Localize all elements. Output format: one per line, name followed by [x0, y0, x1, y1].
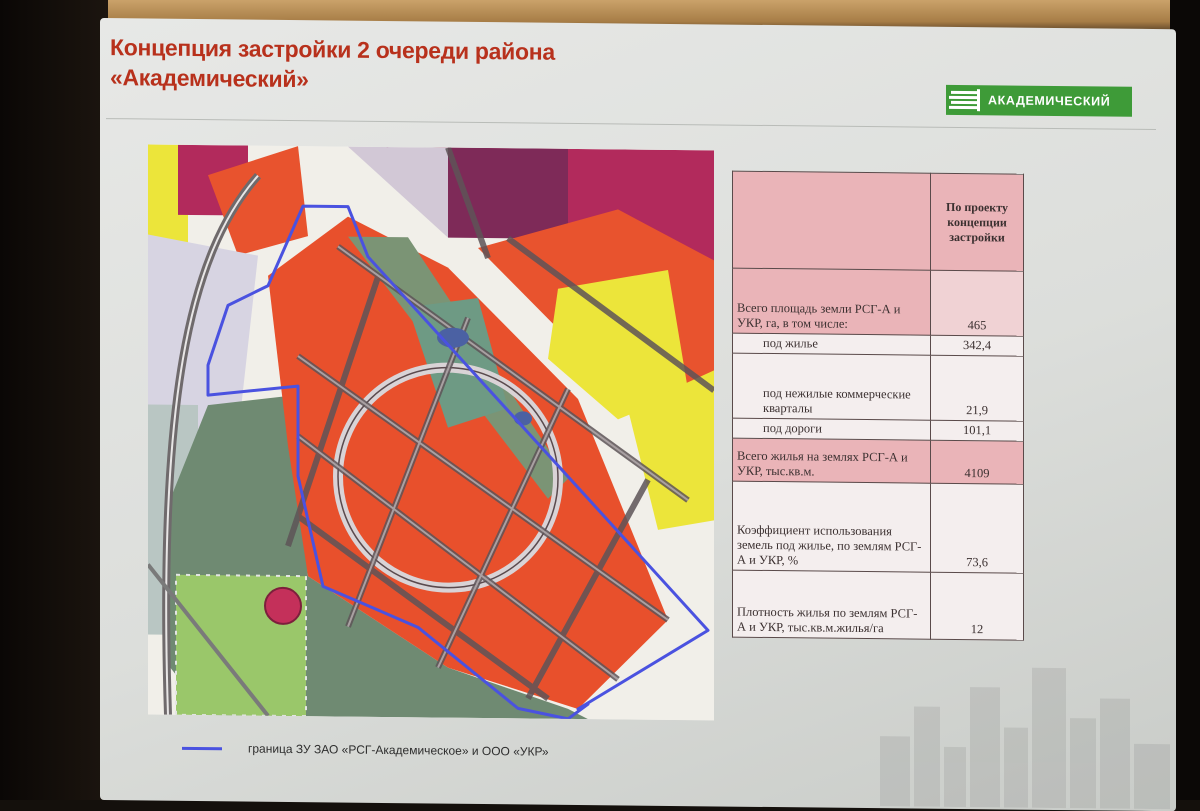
row-value: 73,6 — [930, 483, 1024, 574]
brand-logo: АКАДЕМИЧЕСКИЙ — [946, 84, 1132, 117]
row-label: Плотность жилья по землям РСГ-А и УКР, т… — [732, 570, 931, 640]
legend-label: граница ЗУ ЗАО «РСГ-Академическое» и ООО… — [248, 741, 549, 759]
wall-background-left — [0, 0, 108, 800]
statistics-table: По проекту концепции застройки Всего пло… — [732, 171, 1024, 641]
map-drawing — [148, 144, 714, 721]
row-label: Всего жилья на землях РСГ-А и УКР, тыс.к… — [732, 438, 931, 484]
row-label: под жилье — [732, 333, 931, 356]
table-row: Коэффициент использования земель под жил… — [732, 481, 1024, 574]
row-value: 101,1 — [930, 420, 1024, 442]
title-divider — [106, 118, 1156, 131]
building-logo-icon — [949, 89, 980, 112]
logo-text: АКАДЕМИЧЕСКИЙ — [988, 93, 1111, 109]
row-value: 342,4 — [930, 335, 1024, 357]
table-header-row: По проекту концепции застройки — [732, 171, 1024, 272]
table-header-cell: По проекту концепции застройки — [930, 173, 1024, 272]
row-value: 465 — [930, 270, 1024, 337]
map-legend: граница ЗУ ЗАО «РСГ-Академическое» и ООО… — [182, 741, 549, 759]
title-line-2: «Академический» — [110, 64, 309, 93]
table-row: Всего жилья на землях РСГ-А и УКР, тыс.к… — [732, 438, 1024, 485]
table-row: Всего площадь земли РСГ-А и УКР, га, в т… — [732, 268, 1024, 337]
table-row: Плотность жилья по землям РСГ-А и УКР, т… — [732, 570, 1024, 641]
boundary-legend-swatch — [182, 746, 222, 750]
table-corner-cell — [732, 171, 931, 271]
presentation-slide: Концепция застройки 2 очереди района «Ак… — [100, 18, 1176, 811]
row-value: 4109 — [930, 440, 1024, 485]
row-label: под дороги — [732, 418, 931, 441]
slide-title: Концепция застройки 2 очереди района «Ак… — [110, 32, 670, 98]
row-label: Всего площадь земли РСГ-А и УКР, га, в т… — [732, 268, 931, 336]
row-value: 12 — [930, 572, 1024, 641]
table-row: под нежилые коммерческие кварталы 21,9 — [732, 353, 1024, 422]
row-label: Коэффициент использования земель под жил… — [732, 481, 931, 573]
city-silhouette-watermark — [880, 667, 1170, 810]
row-value: 21,9 — [930, 355, 1024, 422]
row-label: под нежилые коммерческие кварталы — [732, 353, 931, 421]
district-plan-map — [148, 144, 714, 721]
